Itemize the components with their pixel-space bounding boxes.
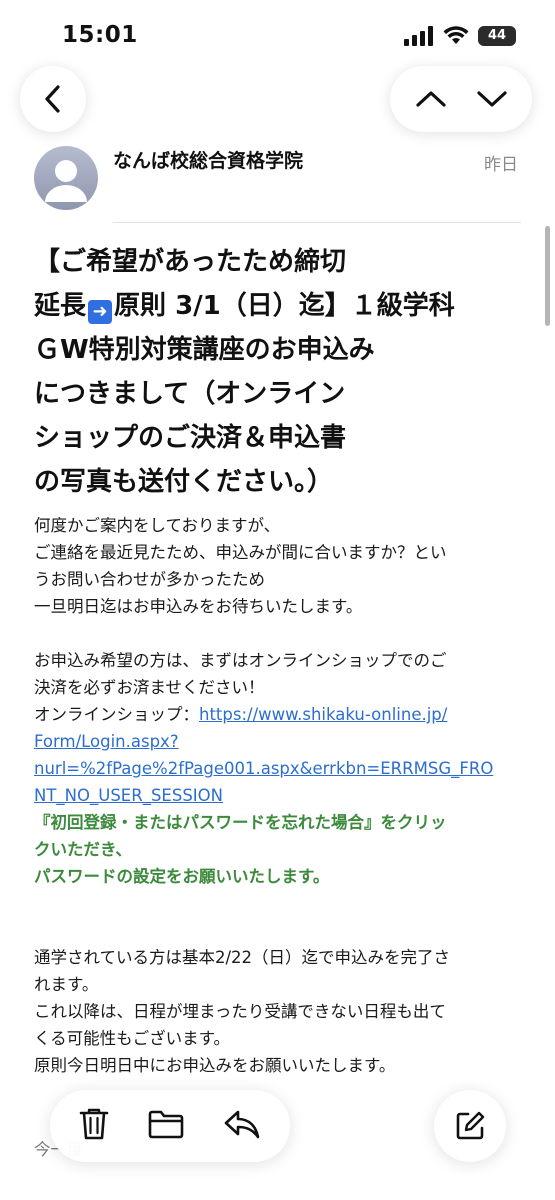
highlight-text: クいただき、 bbox=[34, 840, 132, 859]
back-button[interactable] bbox=[20, 66, 86, 132]
body-text: お申込み希望の方は、まずはオンラインショップでのご bbox=[34, 651, 447, 670]
cellular-signal-icon bbox=[404, 26, 433, 46]
email-body: 何度かご案内をしておりますが、 ご連絡を最近見たため、申込みが間に合いますか？と… bbox=[34, 512, 524, 1079]
shop-line: オンラインショップ：https://www.shikaku-online.jp/ bbox=[34, 701, 524, 728]
compose-icon bbox=[456, 1111, 485, 1140]
shop-link[interactable]: NT_NO_USER_SESSION bbox=[34, 782, 524, 809]
sender-name[interactable]: なんば校総合資格学院 bbox=[113, 146, 303, 173]
chevron-left-icon bbox=[45, 85, 60, 113]
subject-line: ＧW特別対策講座のお申込み bbox=[34, 335, 375, 365]
header-divider bbox=[113, 222, 521, 223]
shop-link[interactable]: https://www.shikaku-online.jp/ bbox=[199, 705, 447, 724]
shop-link[interactable]: Form/Login.aspx? bbox=[34, 728, 524, 755]
bottom-toolbar bbox=[50, 1090, 290, 1162]
subject-line: につきまして（オンライン bbox=[34, 379, 346, 409]
highlight-text: パスワードの設定をお願いいたします。 bbox=[34, 867, 330, 886]
delete-button[interactable] bbox=[79, 1107, 109, 1145]
subject-line: 【ご希望があったため締切 bbox=[34, 247, 347, 277]
subject-prefix: 延長 bbox=[34, 291, 87, 321]
body-text: 決済を必ずお済ませください！ bbox=[34, 678, 265, 697]
status-time: 15:01 bbox=[62, 22, 138, 48]
next-message-button[interactable] bbox=[475, 88, 509, 110]
body-text: ご連絡を最近見たため、申込みが間に合いますか？とい bbox=[34, 543, 447, 562]
subject-line-rest: 原則 3/1（日）迄】１級学科 bbox=[114, 291, 455, 321]
body-text: 何度かご案内をしておりますが、 bbox=[34, 516, 281, 535]
trash-icon bbox=[80, 1108, 109, 1140]
message-nav-group bbox=[390, 66, 532, 132]
chevron-down-icon bbox=[476, 91, 507, 107]
compose-button[interactable] bbox=[434, 1090, 506, 1162]
subject-line: 延長 ➜ 原則 3/1（日）迄】１級学科 bbox=[34, 284, 524, 328]
move-to-folder-button[interactable] bbox=[148, 1109, 184, 1143]
subject-line: の写真も送付ください。） bbox=[34, 467, 334, 497]
body-text: うお問い合わせが多かったため bbox=[34, 570, 265, 589]
right-arrow-icon: ➜ bbox=[88, 300, 113, 324]
subject-line: ショップのご決済＆申込書 bbox=[34, 423, 347, 453]
body-text: れます。 bbox=[34, 975, 99, 994]
status-bar: 15:01 44 bbox=[0, 0, 555, 70]
shop-link[interactable]: nurl=%2fPage%2fPage001.aspx&errkbn=ERRMS… bbox=[34, 755, 524, 782]
folder-icon bbox=[148, 1110, 184, 1139]
body-text: 一旦明日迄はお申込みをお待ちいたします。 bbox=[34, 597, 363, 616]
person-icon bbox=[45, 160, 87, 202]
battery-icon: 44 bbox=[478, 26, 516, 46]
body-text: 通学されている方は基本2/22（日）迄で申込みを完了さ bbox=[34, 948, 451, 967]
wifi-icon bbox=[443, 26, 469, 44]
chevron-up-icon bbox=[415, 91, 446, 107]
email-subject: 【ご希望があったため締切 延長 ➜ 原則 3/1（日）迄】１級学科 ＧW特別対策講座… bbox=[34, 240, 524, 504]
highlight-text: 『初回登録・またはパスワードを忘れた場合』をクリッ bbox=[34, 813, 447, 832]
reply-button[interactable] bbox=[223, 1108, 261, 1144]
previous-message-button[interactable] bbox=[414, 88, 448, 110]
scrollbar-thumb[interactable] bbox=[545, 226, 550, 326]
body-text: くる可能性もございます。 bbox=[34, 1029, 231, 1048]
reply-icon bbox=[224, 1110, 259, 1139]
body-text: これ以降は、日程が埋まったり受講できない日程も出て bbox=[34, 1002, 446, 1021]
sender-avatar[interactable] bbox=[34, 146, 98, 210]
shop-label: オンラインショップ： bbox=[34, 705, 199, 724]
email-date: 昨日 bbox=[484, 155, 518, 175]
